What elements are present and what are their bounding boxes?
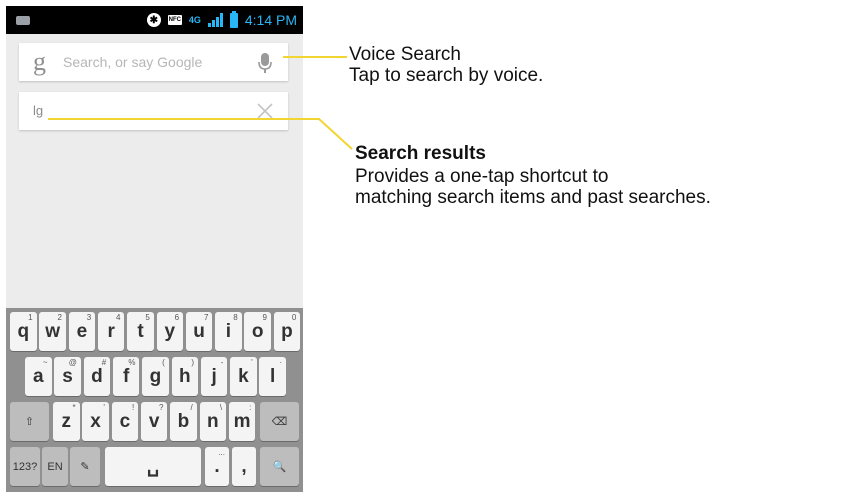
- key-j[interactable]: j-: [200, 357, 228, 396]
- key-a[interactable]: a ~: [25, 357, 52, 396]
- results-callout-diagonal: [318, 118, 353, 150]
- handwriting-key[interactable]: ✎: [70, 447, 100, 486]
- backspace-key[interactable]: ⌫: [260, 402, 299, 441]
- search-results-description-line1: Provides a one-tap shortcut to: [355, 166, 609, 187]
- search-results-description-line2: matching search items and past searches.: [355, 187, 711, 208]
- nfc-icon: NFC: [167, 15, 182, 25]
- key-m[interactable]: m:: [228, 402, 256, 441]
- search-result-item[interactable]: lg: [19, 92, 288, 130]
- search-results-description: Provides a one-tap shortcut to matching …: [355, 166, 711, 208]
- google-search-box[interactable]: g Search, or say Google: [19, 43, 288, 81]
- key-b[interactable]: b /: [170, 402, 197, 441]
- voice-callout-line: [283, 56, 347, 58]
- key-n[interactable]: n \: [199, 402, 227, 441]
- comma-key[interactable]: ,: [232, 447, 256, 486]
- key-p[interactable]: p0: [273, 312, 301, 351]
- key-y[interactable]: y6: [156, 312, 184, 351]
- key-r[interactable]: r4: [97, 312, 125, 351]
- results-callout-line: [48, 118, 320, 120]
- key-u[interactable]: u7: [185, 312, 213, 351]
- symbols-key[interactable]: 123?: [10, 447, 40, 486]
- key-s[interactable]: s @: [54, 357, 81, 396]
- key-h[interactable]: h): [171, 357, 199, 396]
- key-k[interactable]: k ': [230, 357, 257, 396]
- key-e[interactable]: e3: [68, 312, 96, 351]
- key-c[interactable]: c!: [111, 402, 139, 441]
- language-key[interactable]: EN: [42, 447, 68, 486]
- key-w[interactable]: w2: [39, 312, 66, 351]
- 4g-icon: 4G: [188, 14, 201, 25]
- google-logo: g: [33, 47, 46, 76]
- signal-icon: [207, 13, 223, 27]
- key-l[interactable]: l ·: [259, 357, 286, 396]
- battery-icon: [229, 10, 238, 28]
- voice-search-title: Voice Search: [349, 44, 461, 65]
- key-z[interactable]: z *: [53, 402, 80, 441]
- period-key[interactable]: ....: [205, 447, 229, 486]
- space-key[interactable]: ␣: [105, 447, 201, 486]
- key-x[interactable]: x ': [82, 402, 109, 441]
- phone-screen: ✱ NFC 4G 4:14 PM g Search, or say Google…: [6, 6, 303, 492]
- status-bar: ✱ NFC 4G 4:14 PM: [6, 6, 303, 34]
- key-t[interactable]: t5: [127, 312, 154, 351]
- onscreen-keyboard: q 1 w 2 e 3 r 4 t 5 y 6 u 7 i 8 o 9 p 0 a ~ s @ d # f% g(h) j - k ' l · ⇧ z…: [6, 308, 303, 492]
- key-i[interactable]: i8: [215, 312, 242, 351]
- key-q[interactable]: q1: [10, 312, 37, 351]
- bluetooth-icon: ✱: [146, 13, 161, 27]
- search-results-title: Search results: [355, 143, 486, 164]
- key-v[interactable]: v?: [140, 402, 168, 441]
- key-f[interactable]: f%: [112, 357, 140, 396]
- status-time: 4:14 PM: [244, 12, 297, 28]
- search-key[interactable]: 🔍: [260, 447, 299, 486]
- voice-search-description: Tap to search by voice.: [349, 65, 544, 86]
- keyboard-icon: [16, 15, 30, 25]
- shift-key[interactable]: ⇧: [10, 402, 49, 441]
- search-query-text: lg: [33, 103, 44, 118]
- search-input-placeholder[interactable]: Search, or say Google: [63, 54, 202, 70]
- microphone-icon[interactable]: [256, 52, 274, 74]
- key-o[interactable]: o9: [244, 312, 271, 351]
- key-g[interactable]: g(: [142, 357, 169, 396]
- key-d[interactable]: d #: [83, 357, 111, 396]
